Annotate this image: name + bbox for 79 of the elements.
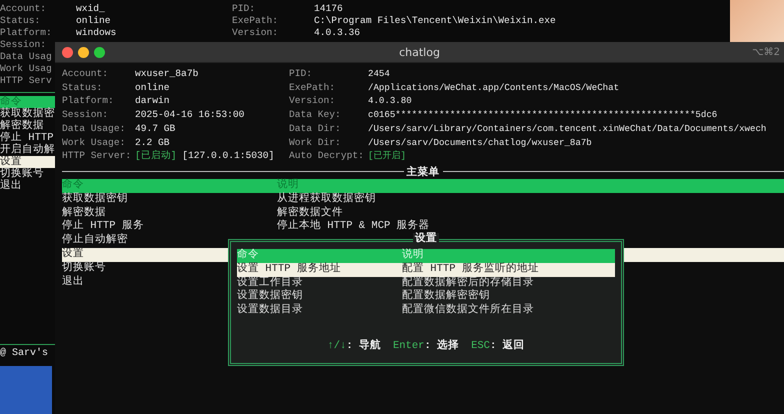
- menu-header: 命令: [0, 96, 55, 108]
- info-value: windows: [76, 27, 118, 39]
- info-value: darwin: [135, 94, 170, 108]
- info-label: Auto Decrypt:: [289, 149, 365, 163]
- info-label: Work Usage:: [62, 136, 126, 150]
- wallpaper-photo: [730, 0, 784, 42]
- info-value: /Users/sarv/Documents/chatlog/wxuser_8a7b: [368, 136, 592, 150]
- info-label: Version:: [289, 94, 336, 108]
- prompt-text: @ Sarv's: [0, 348, 48, 360]
- info-label: Work Usag: [0, 63, 52, 75]
- key-hint: ↑/↓: [327, 340, 346, 352]
- menu-item[interactable]: 设置数据目录 配置微信数据文件所在目录: [237, 304, 615, 318]
- info-label: HTTP Server:: [62, 149, 132, 163]
- info-label: Session:: [0, 39, 46, 51]
- info-label: Platform:: [0, 27, 53, 39]
- menu-item[interactable]: 获取数据密: [0, 108, 55, 120]
- hint-text: : 选择: [424, 340, 460, 352]
- menu-title: 主菜单: [406, 164, 440, 179]
- info-label: Data Usage:: [62, 122, 126, 136]
- info-value: [127.0.0.1:5030]: [182, 149, 274, 163]
- column-header: 命令: [62, 178, 85, 192]
- menu-item[interactable]: 设置: [0, 156, 55, 168]
- key-hint: ESC: [471, 340, 490, 352]
- info-label: ExePath:: [232, 15, 280, 27]
- info-value: /Users/sarv/Library/Containers/com.tencent.xinWeChat/Data/Documents/xwech: [368, 122, 766, 136]
- info-value: 2025-04-16 16:53:00: [135, 108, 244, 122]
- menu-item[interactable]: 退出: [0, 180, 22, 192]
- info-value: 2.2 GB: [135, 136, 170, 150]
- info-value: wxuser_8a7b: [135, 67, 198, 81]
- zoom-button[interactable]: [94, 46, 105, 58]
- column-header: 说明: [277, 178, 300, 192]
- status-text: [已开启]: [368, 149, 406, 163]
- info-value: wxid_: [76, 3, 106, 15]
- info-value: online: [76, 15, 112, 27]
- close-button[interactable]: [62, 46, 73, 58]
- menu-item[interactable]: 设置工作目录 配置数据解密后的存储目录: [237, 276, 615, 290]
- info-label: ExePath:: [289, 80, 336, 94]
- menu-item[interactable]: 解密数据 解密数据文件: [62, 206, 784, 220]
- info-value: 4.0.3.36: [314, 27, 362, 39]
- info-value: online: [135, 80, 170, 94]
- minimize-button[interactable]: [78, 46, 89, 58]
- column-header: 说明: [402, 249, 425, 262]
- menu-item[interactable]: 开启自动解: [0, 144, 55, 156]
- status-text: [已启动]: [135, 149, 177, 163]
- info-label: Account:: [62, 67, 110, 81]
- info-label: Platform:: [62, 94, 115, 108]
- info-label: Session:: [62, 108, 110, 122]
- info-value: 49.7 GB: [135, 122, 176, 136]
- info-label: HTTP Serv: [0, 75, 52, 87]
- info-label: Data Dir:: [289, 122, 342, 136]
- info-label: Data Key:: [289, 108, 342, 122]
- info-value: 4.0.3.80: [368, 94, 412, 108]
- column-header: 命令: [237, 249, 260, 262]
- info-value: 14176: [314, 3, 344, 15]
- info-label: Version:: [232, 27, 280, 39]
- hint-text: : 导航: [346, 340, 381, 352]
- info-value: 2454: [368, 67, 390, 81]
- hint-text: : 返回: [490, 340, 525, 352]
- dialog-title: 设置: [413, 233, 439, 245]
- menu-item[interactable]: 解密数据: [0, 120, 44, 132]
- info-label: Work Dir:: [289, 136, 342, 150]
- info-label: PID:: [232, 3, 256, 15]
- info-label: Status:: [62, 80, 104, 94]
- info-label: PID:: [289, 67, 314, 81]
- info-value: C:\Program Files\Tencent\Weixin\Weixin.exe: [314, 15, 557, 27]
- menu-item[interactable]: 设置 HTTP 服务地址 配置 HTTP 服务监听的地址: [237, 262, 615, 277]
- info-value: c0165*******************************************************5dc6: [368, 108, 718, 122]
- menu-item[interactable]: 设置数据密钥 配置数据解密密钥: [237, 290, 615, 304]
- menu-item[interactable]: 切换账号: [0, 168, 44, 180]
- menu-item[interactable]: 获取数据密钥 从进程获取数据密钥: [62, 192, 784, 207]
- info-label: Data Usag: [0, 51, 52, 63]
- menu-item[interactable]: 停止 HTTP: [0, 132, 54, 144]
- info-value: /Applications/WeChat.app/Contents/MacOS/WeChat: [368, 80, 620, 94]
- info-label: Account:: [0, 3, 48, 15]
- key-hint: Enter: [392, 340, 424, 352]
- window-title: chatlog: [399, 46, 440, 58]
- info-label: Status:: [0, 15, 42, 27]
- desktop-background-block: [0, 366, 52, 414]
- shortcut-text: ⌥⌘2: [752, 46, 781, 58]
